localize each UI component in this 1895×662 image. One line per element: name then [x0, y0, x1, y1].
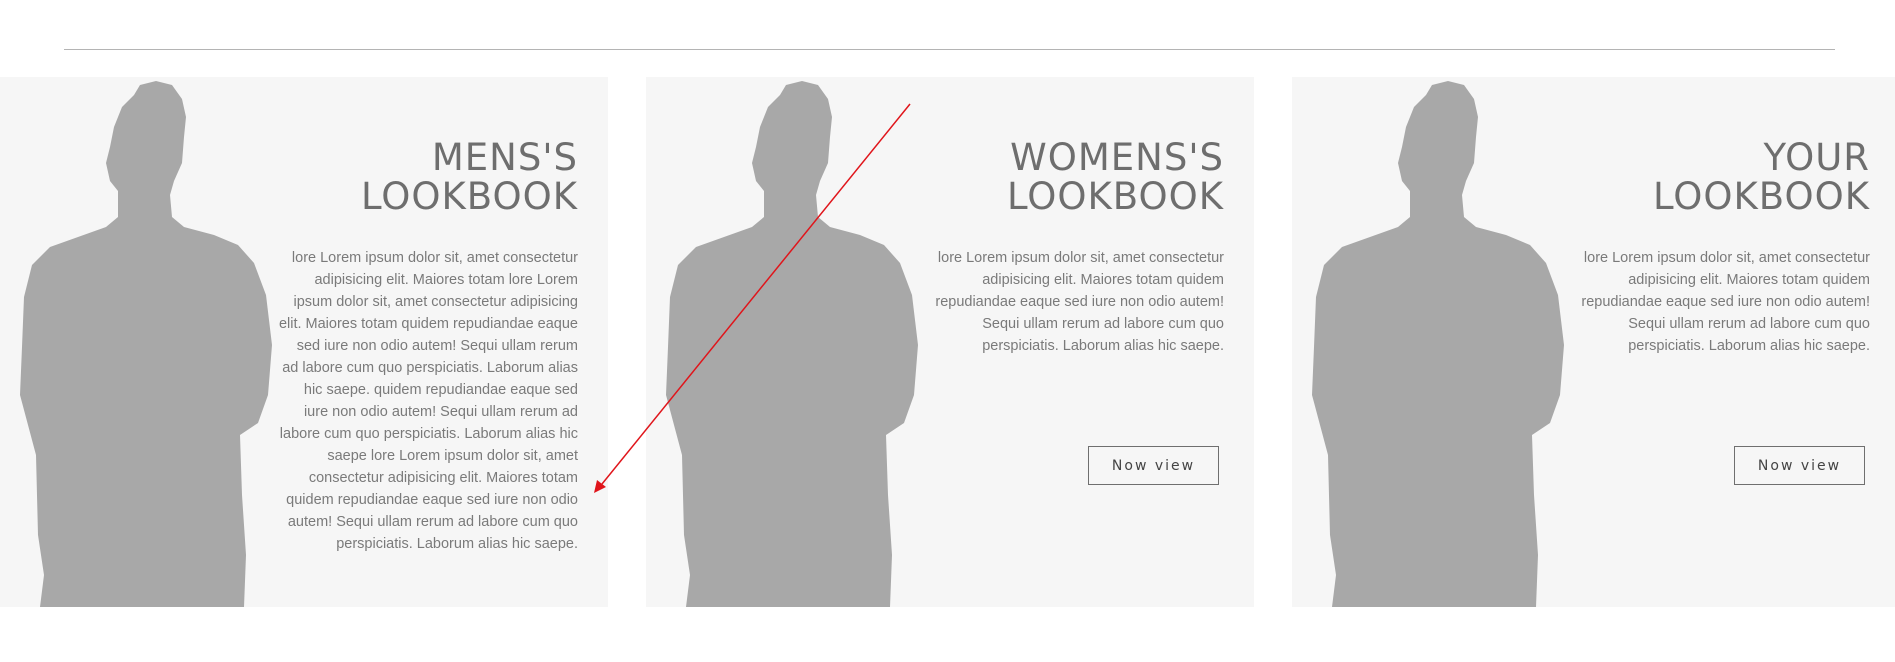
- card-title-line-2: LOOKBOOK: [1652, 175, 1870, 218]
- card-title-line-1: YOUR: [1763, 136, 1870, 179]
- card-title: YOUR LOOKBOOK: [1653, 138, 1870, 216]
- person-silhouette-icon: [18, 77, 286, 607]
- card-description: lore Lorem ipsum dolor sit, amet consect…: [935, 250, 1224, 354]
- person-silhouette-icon: [664, 77, 932, 607]
- card-title-line-2: LOOKBOOK: [1006, 175, 1224, 218]
- card-title-line-1: WOMENS'S: [1010, 136, 1224, 179]
- person-silhouette-icon: [1310, 77, 1578, 607]
- now-view-button[interactable]: Now view: [1734, 446, 1865, 485]
- card-description: lore Lorem ipsum dolor sit, amet consect…: [278, 250, 578, 552]
- card-title: WOMENS'S LOOKBOOK: [1007, 138, 1224, 216]
- womens-lookbook-card: WOMENS'S LOOKBOOK lore Lorem ipsum dolor…: [646, 77, 1254, 607]
- your-lookbook-card: YOUR LOOKBOOK lore Lorem ipsum dolor sit…: [1292, 77, 1895, 607]
- card-description: lore Lorem ipsum dolor sit, amet consect…: [1581, 250, 1870, 354]
- card-title: MENS'S LOOKBOOK: [361, 138, 578, 216]
- mens-lookbook-card: MENS'S LOOKBOOK lore Lorem ipsum dolor s…: [0, 77, 608, 607]
- card-title-line-2: LOOKBOOK: [360, 175, 578, 218]
- top-divider: [64, 49, 1835, 50]
- now-view-button[interactable]: Now view: [1088, 446, 1219, 485]
- card-title-line-1: MENS'S: [431, 136, 578, 179]
